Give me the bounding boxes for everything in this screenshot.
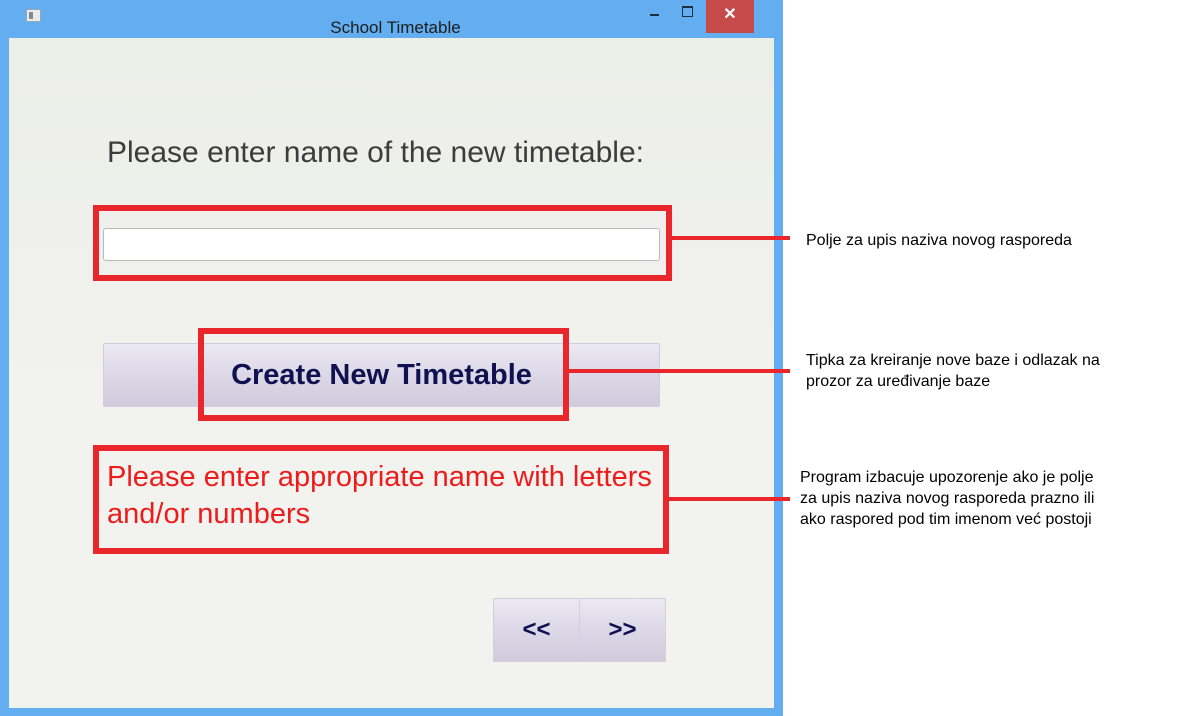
input-highlight-box xyxy=(93,205,672,281)
title-bar[interactable]: School Timetable ✕ xyxy=(0,0,783,37)
warning-connector-line xyxy=(668,497,790,501)
input-connector-line xyxy=(668,236,790,240)
close-icon: ✕ xyxy=(723,6,737,23)
next-button[interactable]: >> xyxy=(579,598,666,662)
previous-button[interactable]: << xyxy=(493,598,580,662)
create-button-note: Tipka za kreiranje nove baze i odlazak n… xyxy=(806,352,1100,390)
create-button-highlight-box xyxy=(198,328,569,421)
warning-note: Program izbacuje upozorenje ako je polje… xyxy=(800,469,1095,528)
input-field-note: Polje za upis naziva novog rasporeda xyxy=(806,232,1072,249)
maximize-button[interactable] xyxy=(674,0,700,28)
timetable-name-prompt: Please enter name of the new timetable: xyxy=(107,136,644,169)
minimize-icon xyxy=(650,14,659,16)
maximize-icon xyxy=(682,6,693,17)
close-button[interactable]: ✕ xyxy=(706,0,754,33)
create-button-connector-line xyxy=(566,369,790,373)
warning-highlight-box xyxy=(93,445,669,554)
previous-button-label: << xyxy=(522,616,551,643)
next-button-label: >> xyxy=(608,616,637,643)
minimize-button[interactable] xyxy=(641,0,667,28)
